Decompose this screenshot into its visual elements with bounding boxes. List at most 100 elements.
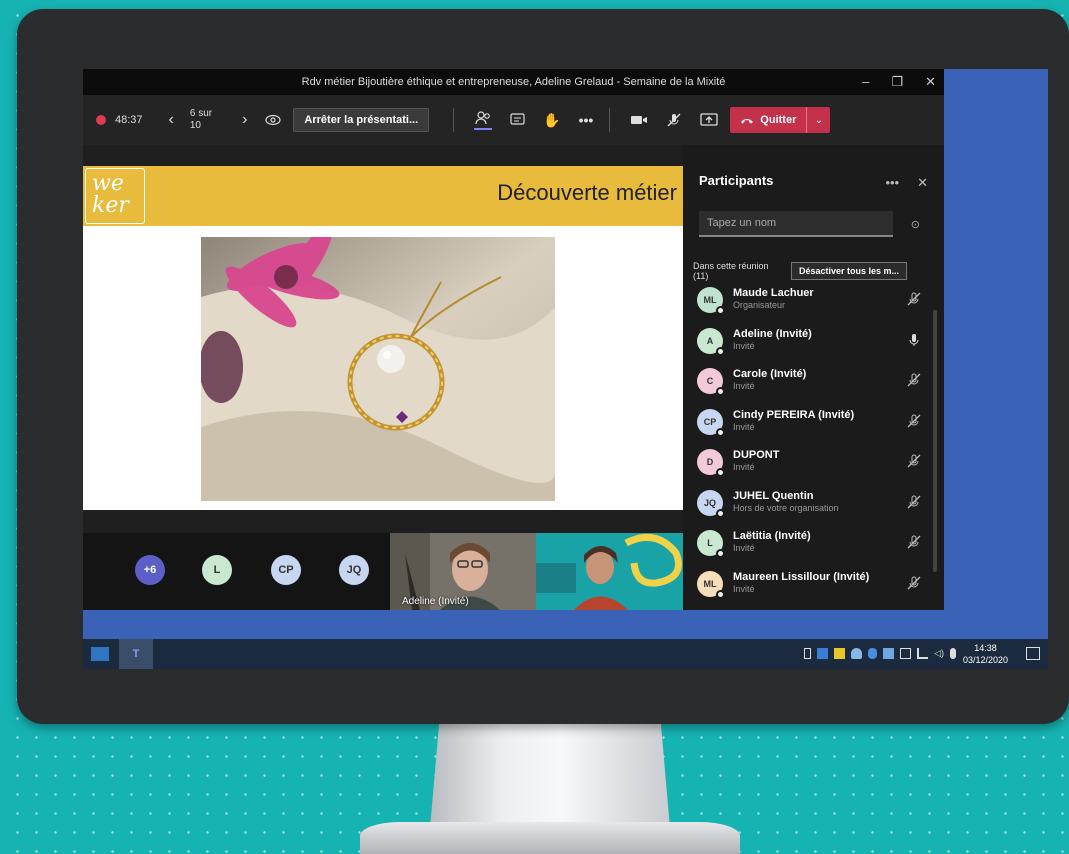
section-count: (11) [693,271,709,281]
microphone-muted-icon[interactable] [906,372,922,388]
camera-icon[interactable] [630,114,648,126]
microphone-muted-icon[interactable] [906,534,922,550]
previous-slide-icon[interactable]: ‹ [169,111,174,129]
phone-hangup-icon [741,119,754,124]
participant-info: Laëtitia (Invité) Invité [733,530,811,553]
presence-status-icon [716,468,725,477]
notes-icon[interactable] [834,648,846,659]
battery-icon[interactable] [900,648,912,659]
system-tray: ◁) [804,648,956,659]
participant-row[interactable]: L Laëtitia (Invité) Invité [697,530,922,571]
participant-row[interactable]: C Carole (Invité) Invité [697,368,922,409]
participant-avatar-jq[interactable]: JQ [339,555,369,585]
overflow-participants-avatar[interactable]: +6 [135,555,165,585]
avatar-initials: A [706,335,714,346]
participant-list: ML Maude Lachuer Organisateur A Adeline (Inv… [697,287,922,611]
chat-icon[interactable] [510,113,525,127]
taskbar-app-icon[interactable] [91,647,109,661]
mute-all-button[interactable]: Désactiver tous les m... [791,262,908,280]
bluetooth-icon[interactable] [868,648,878,659]
avatar-initials: JQ [703,497,716,508]
participant-row[interactable]: D DUPONT Invité [697,449,922,490]
usb-icon[interactable] [804,648,812,659]
teams-tray-icon[interactable] [883,648,895,659]
panel-scrollbar[interactable] [933,310,937,572]
participant-role: Organisateur [733,300,786,310]
eye-icon[interactable] [265,114,282,126]
recording-icon [96,115,106,125]
participant-avatar-cp[interactable]: CP [271,555,301,585]
participant-role: Invité [733,462,755,472]
teams-taskbar-icon[interactable]: T [119,639,153,669]
microphone-muted-icon[interactable] [906,413,922,429]
microphone-muted-icon[interactable] [906,453,922,469]
participant-row[interactable]: A Adeline (Invité) Invité [697,327,922,369]
participant-search-input[interactable] [699,211,893,237]
leave-button[interactable]: Quitter ⌄ [730,107,831,133]
cloud-icon[interactable] [851,648,863,659]
notifications-icon[interactable] [1026,647,1040,660]
logo-text-top: we [92,171,124,196]
microphone-icon[interactable] [906,332,922,348]
participant-info: JUHEL Quentin Hors de votre organisation [733,490,839,513]
panel-close-icon[interactable]: ✕ [917,175,928,191]
tray-app-icon[interactable] [817,648,829,659]
jewelry-photo [201,237,555,501]
participant-info: Carole (Invité) Invité [733,368,806,391]
title-bar: Rdv métier Bijoutière éthique et entrepr… [83,69,944,95]
leave-main[interactable]: Quitter [730,107,806,133]
participant-avatar: C [697,368,725,396]
tray-mic-icon[interactable] [950,648,956,659]
microphone-muted-icon[interactable] [906,575,922,591]
participant-avatar-l[interactable]: L [202,555,232,585]
share-screen-icon[interactable] [700,112,718,128]
more-options-icon[interactable]: ••• [579,112,594,128]
maximize-icon[interactable]: ❐ [891,74,903,90]
avatar-initials: L [707,538,713,548]
avatar-initials: ML [703,578,717,589]
panel-more-icon[interactable]: ••• [885,175,899,191]
microphone-muted-icon[interactable] [666,112,682,128]
desktop-screen: Rdv métier Bijoutière éthique et entrepr… [83,69,1048,669]
clock-time: 14:38 [974,643,997,653]
panel-header-actions: ••• ✕ [885,175,928,191]
teams-window: Rdv métier Bijoutière éthique et entrepr… [83,69,944,610]
close-icon[interactable]: ✕ [925,74,936,90]
next-slide-icon[interactable]: › [242,111,247,129]
leave-label: Quitter [760,114,797,126]
microphone-muted-icon[interactable] [906,291,922,307]
taskbar-clock[interactable]: 14:38 03/12/2020 [963,642,1008,666]
presence-status-icon [716,549,725,558]
participants-panel: Participants ••• ✕ ⊙ Dans cette réunion … [683,145,944,610]
participant-row[interactable]: ML Maude Lachuer Organisateur [697,287,922,328]
microphone-muted-icon[interactable] [906,494,922,510]
participant-row[interactable]: CP Cindy PEREIRA (Invité) Invité [697,408,922,450]
presence-status-icon [716,427,725,437]
participant-avatar: JQ [697,489,725,518]
raise-hand-icon[interactable]: ✋ [543,112,560,129]
presence-status-icon [716,306,725,315]
window-controls: – ❐ ✕ [862,74,936,90]
minimize-icon[interactable]: – [862,74,869,90]
leave-options-chevron-icon[interactable]: ⌄ [806,107,830,133]
network-icon[interactable] [917,648,929,659]
slide-counter-current: 6 sur [189,108,213,119]
participants-icon[interactable] [474,110,493,130]
participant-role: Invité [733,340,755,351]
volume-icon[interactable]: ◁) [934,648,944,659]
participant-name: Adeline (Invité) [733,327,812,340]
participant-info: Maureen Lissillour (Invité) Invité [733,571,869,594]
video-tile-presenter[interactable] [536,533,683,610]
participant-name: Maude Lachuer [733,287,814,299]
monitor-bezel: Rdv métier Bijoutière éthique et entrepr… [17,9,1069,724]
share-invite-icon[interactable]: ⊙ [911,218,920,231]
meeting-section-header[interactable]: Dans cette réunion (11) [693,261,769,281]
video-tile-adeline[interactable]: Adeline (Invité) [390,533,536,610]
participant-avatar: CP [697,408,725,437]
monitor-stand [430,718,670,828]
participant-info: Maude Lachuer Organisateur [733,287,814,310]
participant-name: Cindy PEREIRA (Invité) [733,408,855,421]
participant-row[interactable]: ML Maureen Lissillour (Invité) Invité [697,570,922,612]
participant-row[interactable]: JQ JUHEL Quentin Hors de votre organisatio… [697,489,922,531]
stop-presenting-button[interactable]: Arrêter la présentati... [293,108,430,132]
